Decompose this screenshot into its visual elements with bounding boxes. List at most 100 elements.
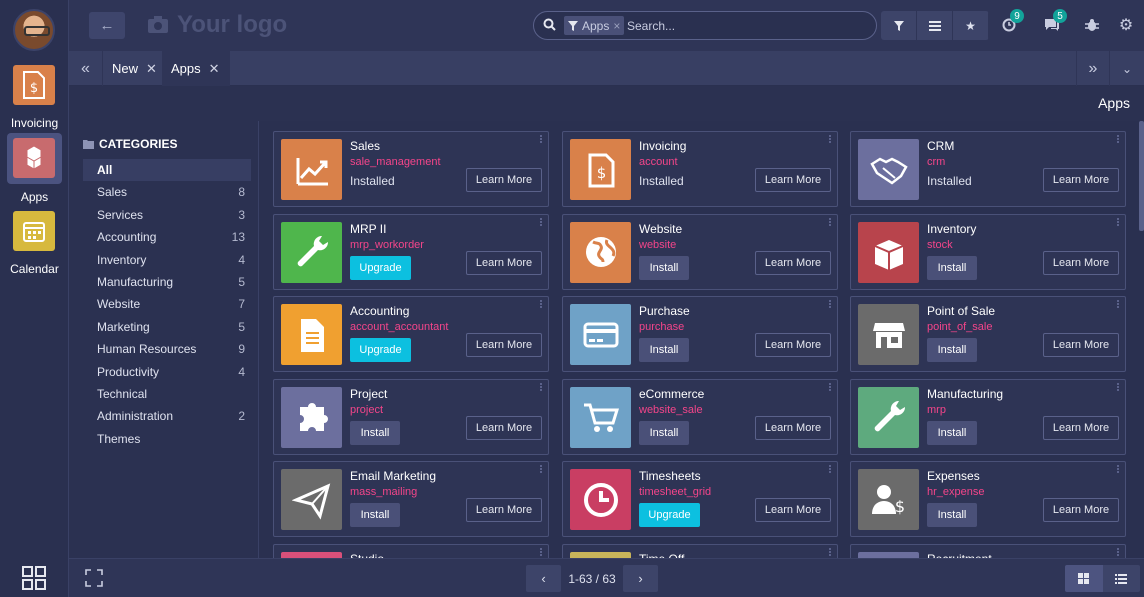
learn-more-button[interactable]: Learn More — [755, 250, 831, 275]
learn-more-button[interactable]: Learn More — [755, 498, 831, 523]
category-item[interactable]: Sales 8 — [83, 181, 251, 203]
app-card[interactable]: Recruitment — [850, 544, 1126, 558]
upgrade-button[interactable]: Upgrade — [639, 503, 700, 528]
card-menu-icon[interactable] — [540, 548, 542, 556]
card-menu-icon[interactable] — [829, 217, 831, 226]
card-menu-icon[interactable] — [1117, 465, 1119, 474]
pager-value[interactable]: 1-63 / 63 — [561, 572, 623, 586]
app-invoicing[interactable]: $ — [7, 60, 62, 111]
learn-more-button[interactable]: Learn More — [755, 415, 831, 440]
close-icon[interactable]: ✕ — [146, 61, 157, 77]
install-button[interactable]: Install — [639, 255, 689, 280]
app-apps[interactable] — [7, 133, 62, 184]
install-button[interactable]: Install — [927, 420, 977, 445]
card-menu-icon[interactable] — [829, 548, 831, 556]
app-card[interactable]: eCommerce website_sale Install Learn More — [562, 378, 838, 455]
debug-button[interactable] — [1081, 14, 1103, 36]
category-item[interactable]: Themes — [83, 428, 251, 450]
learn-more-button[interactable]: Learn More — [466, 415, 542, 440]
learn-more-button[interactable]: Learn More — [466, 250, 542, 275]
search-facet[interactable]: Apps × — [564, 16, 625, 35]
settings-button[interactable]: ⚙ — [1115, 14, 1137, 36]
category-item[interactable]: Productivity 4 — [83, 361, 251, 383]
category-item[interactable]: Administration 2 — [83, 405, 251, 427]
learn-more-button[interactable]: Learn More — [1043, 498, 1119, 523]
category-item[interactable]: Services 3 — [83, 204, 251, 226]
card-menu-icon[interactable] — [1117, 135, 1119, 143]
search-bar[interactable]: Apps × — [533, 11, 877, 40]
app-card[interactable]: Sales sale_management Installed Learn More — [273, 131, 549, 207]
install-button[interactable]: Install — [927, 255, 977, 280]
app-card[interactable]: Inventory stock Install Learn More — [850, 213, 1126, 290]
app-card[interactable]: Accounting account_accountant Upgrade Learn… — [273, 296, 549, 373]
pager-previous[interactable]: ‹ — [526, 565, 561, 592]
install-button[interactable]: Install — [350, 420, 400, 445]
app-card[interactable]: CRM crm Installed Learn More — [850, 131, 1126, 207]
close-icon[interactable]: ✕ — [209, 61, 220, 77]
list-view-button[interactable] — [1102, 565, 1140, 592]
learn-more-button[interactable]: Learn More — [1043, 250, 1119, 275]
tab-apps[interactable]: Apps ✕ — [162, 51, 230, 86]
card-menu-icon[interactable] — [829, 465, 831, 474]
learn-more-button[interactable]: Learn More — [466, 168, 542, 192]
group-by-button[interactable] — [917, 11, 953, 40]
learn-more-button[interactable]: Learn More — [755, 333, 831, 358]
app-card[interactable]: Studio — [273, 544, 549, 558]
app-card[interactable]: Email Marketing mass_mailing Install Learn … — [273, 461, 549, 538]
app-card[interactable]: $ Expenses hr_expense Install Learn More — [850, 461, 1126, 538]
app-grid-icon[interactable] — [22, 566, 46, 590]
app-card[interactable]: Time Off — [562, 544, 838, 558]
learn-more-button[interactable]: Learn More — [755, 168, 831, 192]
learn-more-button[interactable]: Learn More — [466, 333, 542, 358]
category-item[interactable]: Human Resources 9 — [83, 338, 251, 360]
category-item[interactable]: Website 7 — [83, 293, 251, 315]
card-menu-icon[interactable] — [1117, 300, 1119, 309]
card-menu-icon[interactable] — [829, 300, 831, 309]
app-calendar[interactable] — [7, 206, 62, 257]
learn-more-button[interactable]: Learn More — [466, 498, 542, 523]
card-menu-icon[interactable] — [829, 135, 831, 143]
install-button[interactable]: Install — [639, 420, 689, 445]
tab-new[interactable]: New ✕ — [103, 51, 167, 86]
upgrade-button[interactable]: Upgrade — [350, 255, 411, 280]
card-menu-icon[interactable] — [540, 217, 542, 226]
install-button[interactable]: Install — [639, 338, 689, 363]
learn-more-button[interactable]: Learn More — [1043, 415, 1119, 440]
app-card[interactable]: Project project Install Learn More — [273, 378, 549, 455]
facet-remove-icon[interactable]: × — [613, 19, 620, 33]
back-button[interactable]: ← — [89, 12, 125, 39]
install-button[interactable]: Install — [350, 503, 400, 528]
card-menu-icon[interactable] — [540, 465, 542, 474]
app-card[interactable]: Purchase purchase Install Learn More — [562, 296, 838, 373]
card-menu-icon[interactable] — [540, 300, 542, 309]
tabs-scroll-right[interactable]: » — [1076, 51, 1110, 86]
tabs-scroll-left[interactable]: « — [69, 51, 103, 86]
category-item[interactable]: Marketing 5 — [83, 316, 251, 338]
app-card[interactable]: Timesheets timesheet_grid Upgrade Learn Mor… — [562, 461, 838, 538]
category-item[interactable]: All — [83, 159, 251, 181]
filter-button[interactable] — [881, 11, 917, 40]
card-menu-icon[interactable] — [1117, 217, 1119, 226]
upgrade-button[interactable]: Upgrade — [350, 338, 411, 363]
learn-more-button[interactable]: Learn More — [1043, 333, 1119, 358]
category-item[interactable]: Manufacturing 5 — [83, 271, 251, 293]
fullscreen-icon[interactable] — [85, 569, 103, 587]
scrollbar[interactable] — [1139, 121, 1144, 558]
messages-button[interactable]: 5 — [1041, 9, 1067, 36]
learn-more-button[interactable]: Learn More — [1043, 168, 1119, 192]
install-button[interactable]: Install — [927, 503, 977, 528]
app-card[interactable]: Manufacturing mrp Install Learn More — [850, 378, 1126, 455]
card-menu-icon[interactable] — [540, 382, 542, 391]
pager-next[interactable]: › — [623, 565, 658, 592]
category-item[interactable]: Inventory 4 — [83, 249, 251, 271]
card-menu-icon[interactable] — [829, 382, 831, 391]
activity-button[interactable]: 9 — [998, 9, 1024, 36]
card-menu-icon[interactable] — [1117, 548, 1119, 556]
kanban-view-button[interactable] — [1065, 565, 1103, 592]
install-button[interactable]: Install — [927, 338, 977, 363]
user-avatar[interactable] — [13, 9, 55, 51]
app-card[interactable]: Website website Install Learn More — [562, 213, 838, 290]
app-card[interactable]: MRP II mrp_workorder Upgrade Learn More — [273, 213, 549, 290]
category-item[interactable]: Technical — [83, 383, 251, 405]
favorites-button[interactable]: ★ — [953, 11, 989, 40]
